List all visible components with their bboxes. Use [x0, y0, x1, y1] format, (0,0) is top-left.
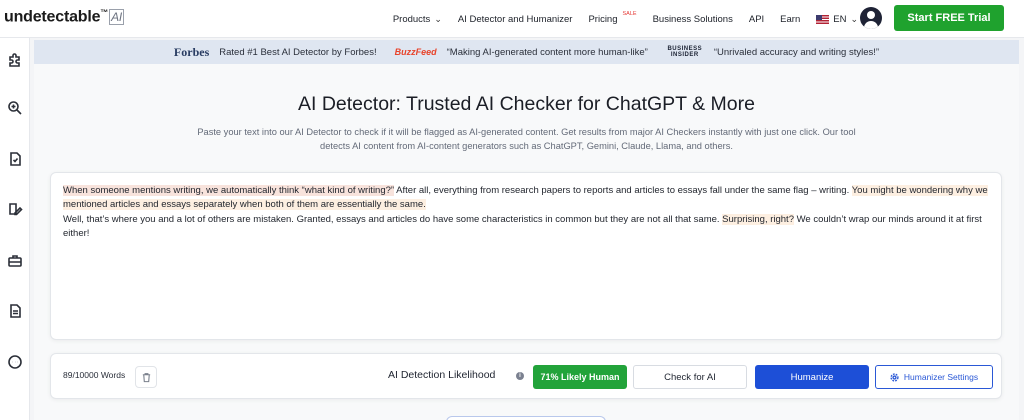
- press-quote: Rated #1 Best AI Detector by Forbes!: [219, 46, 377, 58]
- likelihood-score-badge: 71% Likely Human: [533, 365, 627, 389]
- briefcase-icon[interactable]: [6, 252, 24, 270]
- subtitle-line-2: detects AI content from AI-content gener…: [320, 140, 733, 151]
- language-selector[interactable]: EN ⌄: [816, 14, 858, 25]
- page-subtitle: Paste your text into our AI Detector to …: [164, 126, 889, 153]
- nav-business[interactable]: Business Solutions: [653, 14, 733, 25]
- search-magnify-icon[interactable]: [6, 99, 24, 117]
- left-sidebar: [0, 38, 30, 420]
- press-item-forbes: Forbes Rated #1 Best AI Detector by Forb…: [174, 45, 377, 60]
- ai-highlighted-sentence: When someone mentions writing, we automa…: [63, 185, 395, 196]
- humanize-button[interactable]: Humanize: [755, 365, 869, 389]
- nav-products-label: Products: [392, 13, 431, 25]
- nav-pricing[interactable]: Pricing SALE: [588, 11, 637, 25]
- gear-icon: [890, 372, 899, 382]
- word-count: 89/10000 Words: [63, 370, 126, 380]
- edit-document-icon[interactable]: [6, 200, 24, 218]
- logo-ai-badge: AI: [109, 9, 125, 26]
- text-editor[interactable]: When someone mentions writing, we automa…: [50, 172, 1002, 340]
- sale-badge: SALE: [622, 11, 637, 17]
- ai-highlighted-sentence: Surprising, right?: [722, 213, 794, 225]
- humanizer-settings-label: Humanizer Settings: [903, 372, 979, 382]
- press-banner: Forbes Rated #1 Best AI Detector by Forb…: [34, 40, 1019, 64]
- detection-toolbar: 89/10000 Words AI Detection Likelihood i…: [50, 353, 1002, 399]
- nav-pricing-label: Pricing: [588, 13, 618, 25]
- user-avatar-icon[interactable]: [860, 7, 882, 29]
- nav-menu: Products ⌄ AI Detector and Humanizer Pri…: [393, 0, 858, 38]
- nav-business-label: Business Solutions: [652, 13, 733, 25]
- trash-icon: [142, 372, 150, 382]
- nav-earn[interactable]: Earn: [780, 14, 800, 25]
- start-free-trial-button[interactable]: Start FREE Trial: [894, 5, 1004, 31]
- nav-api-label: API: [748, 13, 765, 25]
- nav-ai-detector[interactable]: AI Detector and Humanizer: [458, 14, 573, 25]
- logo-text: undetectable: [4, 8, 101, 26]
- nav-ai-detector-label: AI Detector and Humanizer: [457, 13, 573, 25]
- logo-tm: ™: [100, 8, 109, 17]
- buzzfeed-logo: BuzzFeed: [394, 47, 437, 57]
- us-flag-icon: [816, 14, 830, 24]
- file-text-icon[interactable]: [6, 302, 24, 320]
- logo[interactable]: undetectable™ AI: [4, 8, 125, 26]
- puzzle-icon[interactable]: [6, 51, 24, 69]
- press-item-buzzfeed: BuzzFeed “Making AI-generated content mo…: [395, 47, 648, 58]
- nav-products[interactable]: Products ⌄: [393, 14, 442, 25]
- press-quote: “Unrivaled accuracy and writing styles!”: [713, 46, 880, 58]
- forbes-logo: Forbes: [173, 44, 210, 59]
- subtitle-line-1: Paste your text into our AI Detector to …: [197, 127, 856, 137]
- info-icon[interactable]: i: [516, 372, 524, 380]
- main-content: AI Detector: Trusted AI Checker for Chat…: [34, 64, 1019, 420]
- press-item-business-insider: BUSINESS INSIDER “Unrivaled accuracy and…: [666, 46, 879, 58]
- partial-bottom-element: [446, 416, 606, 420]
- clear-text-button[interactable]: [135, 366, 157, 388]
- nav-api[interactable]: API: [749, 14, 764, 25]
- ai-likelihood-label: AI Detection Likelihood: [388, 369, 496, 381]
- chevron-down-icon: ⌄: [850, 13, 858, 24]
- check-for-ai-button[interactable]: Check for AI: [633, 365, 747, 389]
- nav-earn-label: Earn: [780, 13, 801, 25]
- top-navbar: undetectable™ AI Products ⌄ AI Detector a…: [0, 0, 1024, 38]
- press-quote: “Making AI-generated content more human-…: [446, 46, 648, 58]
- more-circle-icon[interactable]: [6, 353, 24, 371]
- chevron-down-icon: ⌄: [434, 13, 442, 24]
- editor-text: After all, everything from research pape…: [394, 185, 852, 196]
- humanizer-settings-button[interactable]: Humanizer Settings: [875, 365, 993, 389]
- language-label: EN: [833, 13, 847, 25]
- business-insider-logo: BUSINESS INSIDER: [667, 46, 703, 58]
- editor-text: Well, that’s where you and a lot of othe…: [63, 213, 723, 225]
- page-title: AI Detector: Trusted AI Checker for Chat…: [298, 93, 755, 115]
- document-check-icon[interactable]: [6, 150, 24, 168]
